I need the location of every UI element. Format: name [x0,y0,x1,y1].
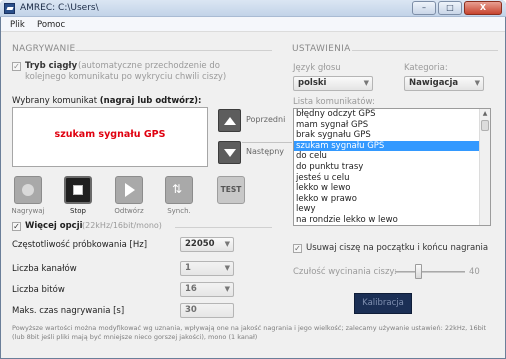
more-options-hint: (22kHz/16bit/mono) [82,221,162,230]
sensitivity-value: 40 [469,267,480,277]
maximize-button[interactable]: □ [438,1,462,15]
scroll-thumb[interactable] [481,120,489,131]
close-button[interactable]: X [464,1,502,15]
record-icon [22,184,34,196]
footnote-text: Powyższe wartości można modyfikować wg u… [12,324,487,341]
message-list-item[interactable]: do punktu trasy [294,162,479,173]
message-list-item[interactable]: brak sygnału GPS [294,130,479,141]
sample-rate-label: Częstotliwość próbkowania [Hz] [12,240,148,250]
sync-label: Synch. [167,207,191,215]
message-list-item[interactable]: lekko w lewo [294,183,479,194]
message-list-item[interactable]: mam sygnał GPS [294,120,479,131]
chevron-down-icon: ▼ [224,264,230,272]
next-label: Następny [246,147,284,156]
play-label: Odtwórz [114,207,144,215]
message-list-item[interactable]: do celu [294,151,479,162]
arrow-up-icon [224,117,236,125]
max-time-input[interactable]: 30 [180,303,234,318]
chevron-down-icon: ▼ [474,79,480,87]
stop-icon [73,185,83,195]
continuous-mode-label: Tryb ciągły [25,61,78,71]
menu-pomoc[interactable]: Pomoc [37,20,65,30]
message-list-item[interactable]: błędny odczyt GPS [294,109,479,120]
language-label: Język głosu [293,63,341,73]
bits-select[interactable]: 16 ▼ [180,282,234,297]
stop-label: Stop [70,207,86,215]
message-list-item[interactable]: szukam sygnału GPS [294,140,479,152]
message-list-items: błędny odczyt GPS mam sygnał GPS brak sygn… [294,109,479,225]
category-label: Kategoria: [404,63,448,73]
message-list-item[interactable]: jesteś u celu [294,173,479,184]
minimize-button[interactable]: – [412,1,436,15]
arrow-down-icon [224,149,236,157]
language-select[interactable]: polski ▼ [293,76,373,91]
bits-value: 16 [185,284,197,294]
max-time-label: Maks. czas nagrywania [s] [12,306,125,316]
more-options-label[interactable]: Więcej opcji [25,221,83,231]
continuous-mode-description-2: kolejnego komunikatu po wykryciu chwili … [25,72,227,82]
record-label: Nagrywaj [11,207,45,215]
previous-label: Poprzedni [246,115,286,124]
trim-silence-label: Usuwaj ciszę na początku i końcu nagrani… [306,243,489,253]
message-list-scrollbar[interactable]: ▲ [479,109,490,225]
chevron-down-icon: ▼ [224,285,230,293]
message-list-label: Lista komunikatów: [293,97,375,107]
next-button[interactable] [218,141,241,164]
app-logo-icon [4,3,15,14]
stop-button[interactable] [64,176,92,204]
continuous-mode-description: (automatyczne przechodzenie do [78,61,220,71]
selected-message-label: Wybrany komunikat (nagraj lub odtwórz): [12,96,201,106]
calibrate-button[interactable]: Kalibracja [354,293,412,314]
trim-silence-checkbox[interactable]: ✓ [293,244,302,253]
section-divider [76,50,272,51]
language-value: polski [298,78,327,88]
selected-message-hint: (nagraj lub odtwórz): [99,96,202,106]
sensitivity-label: Czułość wycinania ciszy: [293,267,397,277]
chevron-down-icon: ▼ [224,240,230,248]
menu-bar [1,17,505,32]
sync-icon: ⇅ [172,182,183,196]
sensitivity-track[interactable] [395,271,465,273]
message-list-item[interactable]: lewy [294,204,479,215]
sensitivity-thumb[interactable] [415,264,423,279]
previous-button[interactable] [218,109,241,132]
record-button[interactable] [14,176,42,204]
settings-section-title: USTAWIENIA [292,44,351,54]
sample-rate-value: 22050 [185,239,215,249]
more-options-checkbox[interactable]: ✓ [12,222,21,231]
window-title: AMREC: C:\Users\ [20,3,99,13]
bits-label: Liczba bitów [12,285,65,295]
scroll-up-icon[interactable]: ▲ [481,110,489,118]
selected-message-text: szukam sygnału GPS [54,129,166,140]
category-value: Nawigacja [409,78,459,88]
message-list[interactable]: błędny odczyt GPS mam sygnał GPS brak sygn… [293,108,491,226]
sync-button[interactable]: ⇅ [165,176,193,204]
recording-section-title: NAGRYWANIE [12,44,76,54]
chevron-down-icon: ▼ [363,79,369,87]
play-icon [125,183,135,197]
settings-divider [352,50,498,51]
sample-rate-select[interactable]: 22050 ▼ [180,237,234,252]
message-list-item[interactable]: lekko w prawo [294,194,479,205]
test-label: TEST [220,185,242,194]
message-list-item[interactable]: na rondzie lekko w lewo [294,215,479,225]
continuous-mode-checkbox[interactable]: ✓ [12,62,21,71]
connector-line [242,142,292,143]
test-button[interactable]: TEST [217,176,245,204]
channels-select[interactable]: 1 ▼ [180,261,234,276]
more-options-divider [175,227,272,228]
channels-value: 1 [185,263,191,273]
selected-message-title: Wybrany komunikat [12,96,98,106]
category-select[interactable]: Nawigacja ▼ [404,76,484,91]
channels-label: Liczba kanałów [12,264,77,274]
menu-plik[interactable]: Plik [10,20,25,30]
play-button[interactable] [115,176,143,204]
